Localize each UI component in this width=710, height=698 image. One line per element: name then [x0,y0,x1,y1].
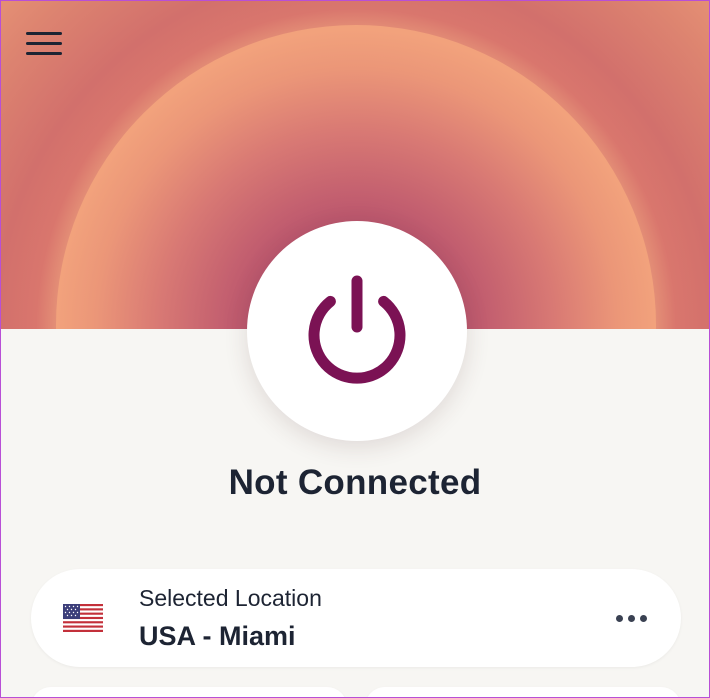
more-options-icon[interactable] [609,605,653,631]
more-dot [639,614,647,622]
power-button[interactable] [247,221,467,441]
shortcut-card-left[interactable] [31,687,347,697]
selected-location-value: USA - Miami [139,621,296,651]
menu-bar-top [26,31,62,35]
vpn-home-screen: Not Connected Selected Location USA - Mi… [0,0,710,698]
selected-location-label: Selected Location [139,585,322,611]
more-dot [627,614,635,622]
more-dot [615,614,623,622]
selected-location-card[interactable]: Selected Location USA - Miami [31,569,681,667]
menu-bar-bottom [26,51,62,55]
hamburger-menu-icon[interactable] [23,25,67,61]
shortcut-card-right[interactable] [365,687,681,697]
power-icon [308,275,406,384]
connection-status: Not Connected [228,463,482,502]
us-flag-icon [63,604,103,632]
menu-bar-middle [26,41,62,45]
